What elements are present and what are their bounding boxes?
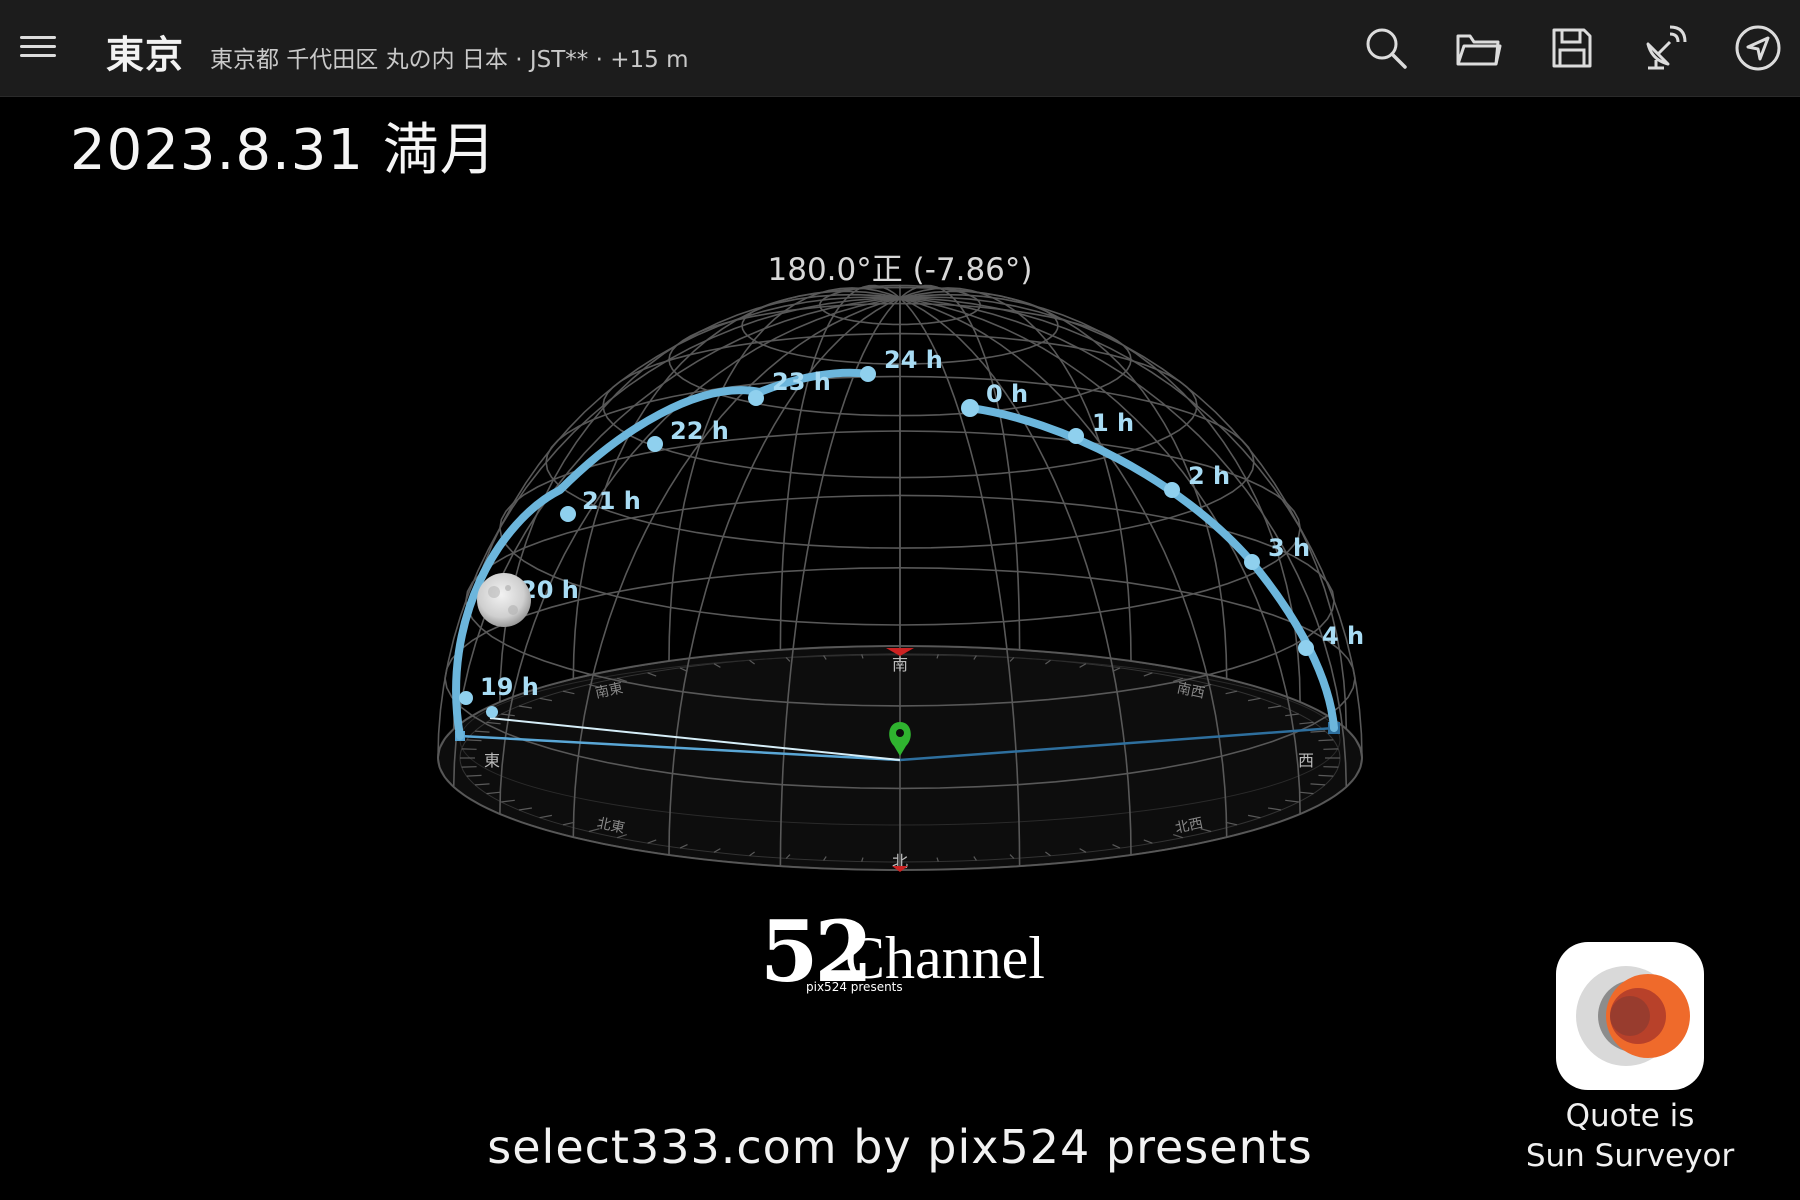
hour-point[interactable]: [1298, 640, 1314, 656]
compass-tick: [466, 774, 482, 777]
dome-meridian: [499, 293, 901, 703]
sun-surveyor-app-icon: [1556, 942, 1704, 1090]
hour-point[interactable]: [486, 706, 498, 718]
compass-west-label: 西: [1298, 751, 1314, 770]
hour-label: 23 h: [772, 368, 831, 396]
logo-word: Channel: [845, 925, 1045, 991]
moon-icon[interactable]: [477, 573, 531, 627]
hour-point[interactable]: [560, 506, 576, 522]
hour-label: 0 h: [986, 380, 1028, 408]
hour-label: 19 h: [480, 673, 539, 701]
brand-logo: 52 Channel pix524 presents: [760, 910, 1050, 1010]
hour-point[interactable]: [647, 436, 663, 452]
hour-point[interactable]: [1164, 482, 1180, 498]
hour-label: 22 h: [670, 417, 729, 445]
hour-point[interactable]: [860, 366, 876, 382]
hour-label: 3 h: [1268, 534, 1310, 562]
hour-label: 24 h: [884, 346, 943, 374]
hour-point[interactable]: [459, 691, 473, 705]
sky-dome[interactable]: 南 北 東 西 南東 南西 北東 北西 19 h 20 h 21 h 22 h …: [0, 0, 1800, 1200]
dome-meridian: [899, 284, 1021, 650]
logo-subtitle: pix524 presents: [806, 980, 903, 994]
compass-tick: [1318, 774, 1334, 777]
hour-point[interactable]: [1244, 554, 1260, 570]
app-caption-line2: Sun Surveyor: [1525, 1138, 1735, 1174]
compass-tick: [1318, 739, 1334, 742]
hour-label: 4 h: [1322, 622, 1364, 650]
dome-meridian: [899, 293, 1301, 703]
app-caption: Quote is Sun Surveyor: [1500, 1096, 1760, 1176]
hour-point[interactable]: [961, 399, 979, 417]
compass-south-label: 南: [892, 655, 908, 674]
hour-point[interactable]: [748, 390, 764, 406]
compass-tick: [466, 739, 482, 742]
hour-point[interactable]: [1068, 428, 1084, 444]
dome-meridian: [779, 284, 901, 650]
hour-label: 2 h: [1188, 462, 1230, 490]
hour-label: 21 h: [582, 487, 641, 515]
dome-meridian: [572, 290, 901, 679]
app-caption-line1: Quote is: [1565, 1098, 1695, 1134]
hour-label: 1 h: [1092, 409, 1134, 437]
compass-east-label: 東: [484, 751, 500, 770]
